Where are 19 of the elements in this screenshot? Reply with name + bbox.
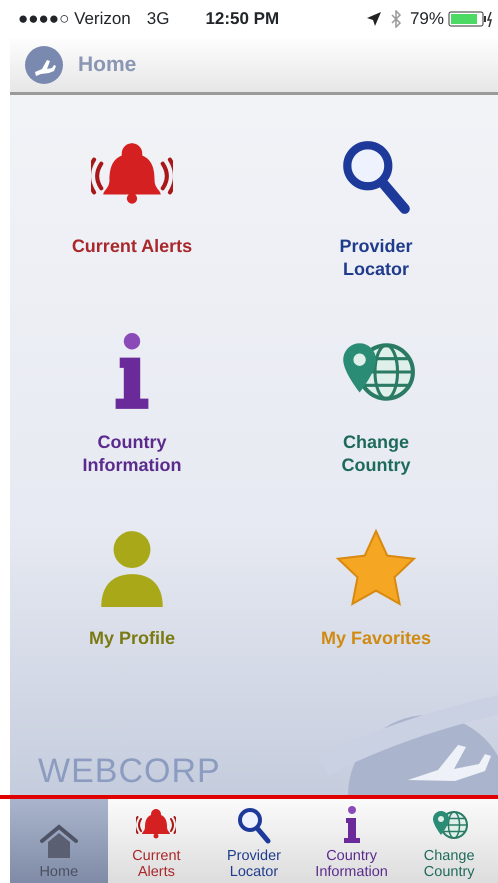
page-title: Home [78, 52, 136, 78]
menu-tile[interactable]: Provider Locator [254, 135, 498, 331]
battery-label: 79% [410, 8, 444, 30]
menu-tile[interactable]: Country Information [10, 331, 254, 527]
bluetooth-icon [390, 10, 402, 28]
network-label: 3G [146, 8, 170, 30]
tab-item[interactable]: Change Country [400, 799, 498, 883]
tab-item[interactable]: Current Alerts [108, 799, 206, 883]
tab-item[interactable]: Provider Locator [205, 799, 303, 883]
time-label: 12:50 PM [205, 8, 280, 30]
menu-tile[interactable]: Current Alerts [10, 135, 254, 331]
plane-logo-icon [24, 45, 64, 85]
carrier-label: ●●●●○ Verizon [18, 8, 131, 30]
menu-tile[interactable]: Change Country [254, 331, 498, 527]
tab-item[interactable]: Country Information [302, 799, 400, 883]
location-arrow-icon [366, 11, 382, 27]
menu-tile[interactable]: My Profile [10, 527, 254, 723]
brand-name: WEBCORP [38, 751, 221, 792]
battery-icon [448, 10, 494, 28]
